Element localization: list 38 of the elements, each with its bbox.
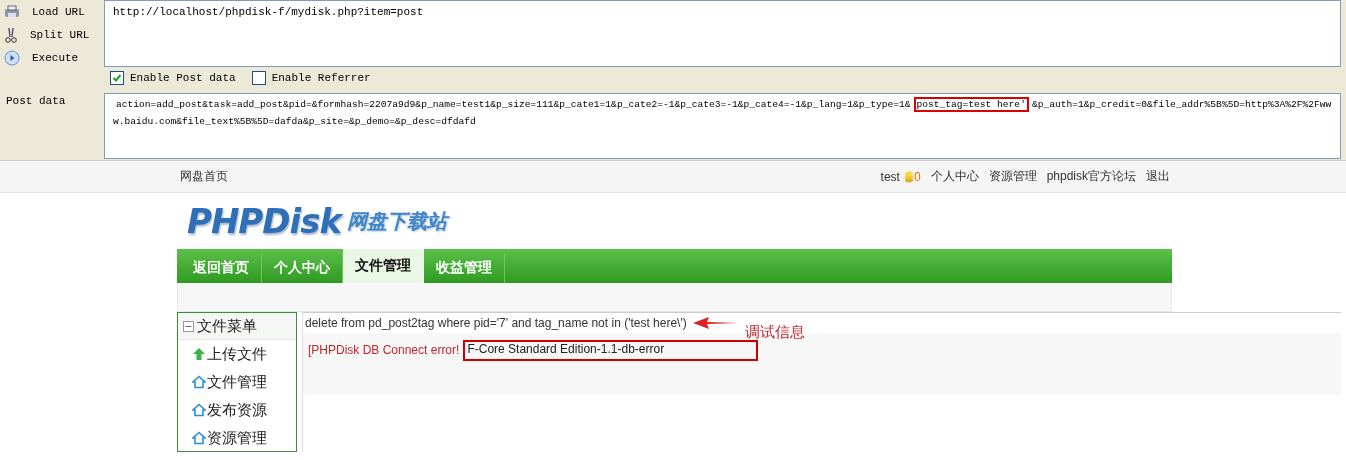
sidebar-item[interactable]: 文件管理 [178,368,296,396]
toolbar-button[interactable]: Load URL [4,2,104,21]
username-link[interactable]: test [880,169,900,184]
coin-count: 0 [913,169,921,184]
home-icon [192,431,206,445]
checkbox[interactable] [110,71,124,85]
error-message: [PHPDisk DB Connect error! [308,343,460,357]
home-icon [192,403,206,417]
logo: PHPDisk [187,201,342,241]
sidebar-item[interactable]: 发布资源 [178,396,296,424]
printer-icon [4,4,20,19]
toolbar-button[interactable]: Split URL [4,25,104,44]
sidebar-title: 文件菜单 [197,316,257,336]
sidebar-item[interactable]: 上传文件 [178,340,296,368]
coins-icon [903,170,914,183]
option-checkbox[interactable]: Enable Post data [110,71,236,85]
scissors-icon [4,26,18,43]
top-link[interactable]: 退出 [1146,168,1170,185]
top-link[interactable]: 个人中心 [930,168,979,185]
post-data-label: Post data [5,94,67,109]
collapse-icon[interactable] [183,320,194,332]
url-field[interactable]: http://localhost/phpdisk-f/mydisk.php?item=post [104,0,1341,67]
top-link[interactable]: phpdisk官方论坛 [1046,168,1136,185]
logo-subtitle: 网盘下载站 [347,207,448,235]
error-detail: F-Core Standard Edition-1.1-db-error [463,340,759,361]
debug-query: delete from pd_post2tag where pid='7' and tag_name not in ('test here\') [305,316,687,330]
toolbar-button[interactable]: Execute [4,48,104,67]
checkbox[interactable] [251,71,266,85]
post-data-field[interactable]: action=add_post&task=add_post&pid=&formhash=2207a9d9&p_name=test1&p_size=111&p_cate1=1&p_cate2=-1&p_cate3=-1&p_cate4=-1&p_lang=1&p_type=1& post_tag=test here' &p_auth=1&p_credit=0&file_addr%5B%5D=http%3A%2F%2Fwww.baidu.com&file_text%5B%5D=dafda&p_site=&p_demo=&p_desc=dfdafd [104,93,1341,159]
option-checkbox[interactable]: Enable Referrer [251,71,371,85]
annotation-label: 调试信息 [744,321,805,342]
home-link[interactable]: 网盘首页 [180,168,228,185]
up-arrow-icon [192,347,206,361]
top-link[interactable]: 资源管理 [988,168,1037,185]
nav-tab[interactable]: 文件管理 [343,249,424,283]
home-icon [192,375,206,389]
play-icon [4,49,20,66]
sidebar-item[interactable]: 资源管理 [178,424,296,452]
